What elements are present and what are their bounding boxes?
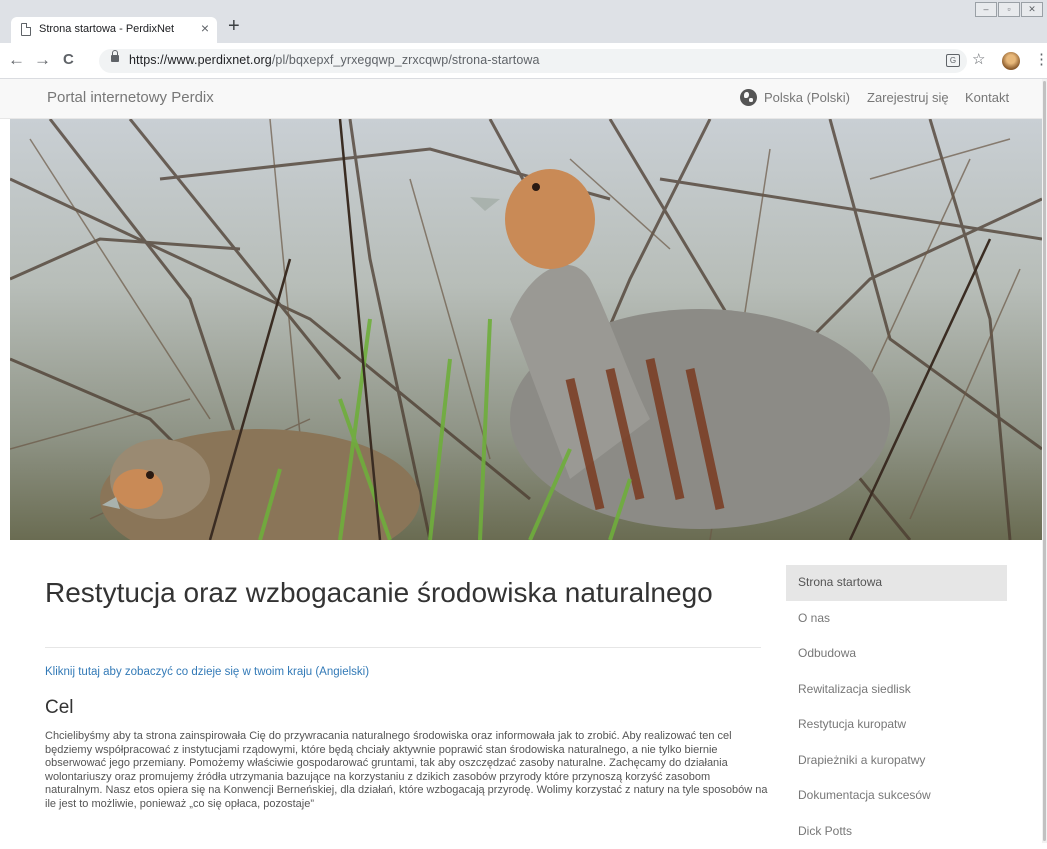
page-title: Restytucja oraz wzbogacanie środowiska n… <box>45 577 745 609</box>
address-bar[interactable]: https://www.perdixnet.org/pl/bqxepxf_yrx… <box>99 49 967 73</box>
back-arrow-icon[interactable]: ← <box>8 51 25 69</box>
globe-icon <box>740 89 757 106</box>
sidebar-item-drapiezniki[interactable]: Drapieżniki a kuropatwy <box>786 743 1007 779</box>
site-brand[interactable]: Portal internetowy Perdix <box>47 89 214 106</box>
new-tab-button[interactable]: + <box>228 16 240 36</box>
site-navbar: Portal internetowy Perdix Polska (Polski… <box>0 79 1047 119</box>
maximize-button[interactable]: ▫ <box>998 2 1020 17</box>
sidebar-item-rewitalizacja-siedlisk[interactable]: Rewitalizacja siedlisk <box>786 672 1007 708</box>
sidebar-item-o-nas[interactable]: O nas <box>786 601 1007 637</box>
browser-toolbar: ← → C https://www.perdixnet.org/pl/bqxep… <box>0 43 1047 79</box>
url-path: /pl/bqxepxf_yrxegqwp_zrxcqwp/strona-star… <box>272 53 540 67</box>
reload-icon[interactable]: C <box>63 51 74 69</box>
minimize-button[interactable]: – <box>975 2 997 17</box>
browser-tab[interactable]: Strona startowa - PerdixNet × <box>11 17 217 43</box>
forward-arrow-icon[interactable]: → <box>34 51 51 69</box>
menu-icon[interactable]: ⋮ <box>1034 52 1047 68</box>
translate-icon[interactable]: G <box>946 54 960 67</box>
sidebar-item-dokumentacja-sukcesow[interactable]: Dokumentacja sukcesów <box>786 778 1007 814</box>
goal-paragraph: Chcielibyśmy aby ta strona zainspirowała… <box>45 730 770 812</box>
profile-avatar[interactable] <box>1002 52 1020 70</box>
browser-tab-strip: Strona startowa - PerdixNet × + – ▫ ✕ <box>0 0 1047 43</box>
sidebar-item-strona-startowa[interactable]: Strona startowa <box>786 565 1007 601</box>
url-host: https://www.perdixnet.org <box>129 53 272 67</box>
sidebar-nav: Strona startowa O nas Odbudowa Rewitaliz… <box>786 565 1007 849</box>
tab-title: Strona startowa - PerdixNet <box>39 23 174 35</box>
url-text: https://www.perdixnet.org/pl/bqxepxf_yrx… <box>129 53 540 67</box>
register-link[interactable]: Zarejestruj się <box>867 90 949 105</box>
sidebar-item-dick-potts[interactable]: Dick Potts <box>786 814 1007 849</box>
star-icon[interactable]: ☆ <box>972 52 985 68</box>
close-tab-icon[interactable]: × <box>201 20 209 36</box>
country-link[interactable]: Kliknij tutaj aby zobaczyć co dzieje się… <box>45 666 369 678</box>
language-selector[interactable]: Polska (Polski) <box>764 90 850 105</box>
scrollbar-thumb[interactable] <box>1043 81 1046 841</box>
close-window-button[interactable]: ✕ <box>1021 2 1043 17</box>
sidebar-item-odbudowa[interactable]: Odbudowa <box>786 636 1007 672</box>
sidebar-item-restytucja-kuropatw[interactable]: Restytucja kuropatw <box>786 707 1007 743</box>
title-divider <box>45 647 761 648</box>
lock-icon <box>111 55 119 62</box>
section-title: Cel <box>45 697 74 719</box>
page-icon <box>21 23 31 36</box>
contact-link[interactable]: Kontakt <box>965 90 1009 105</box>
window-controls: – ▫ ✕ <box>975 2 1043 17</box>
hero-image-partridges <box>10 119 1042 540</box>
